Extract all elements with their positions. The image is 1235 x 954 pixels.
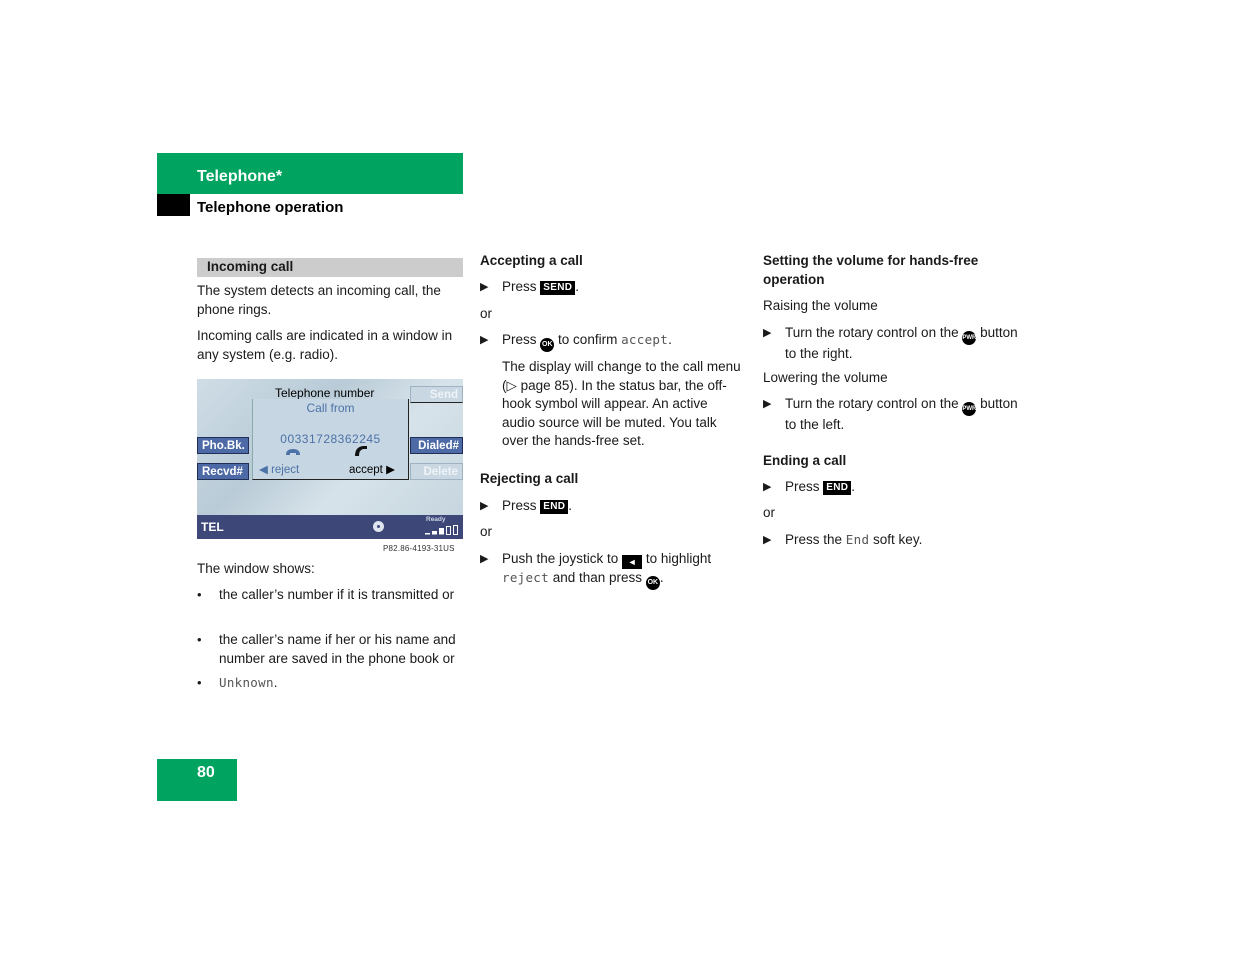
subsection-bar: Incoming call <box>197 258 463 277</box>
list-item: • the caller’s name if her or his name a… <box>197 632 456 666</box>
step-arrow-icon: ▶ <box>480 334 489 346</box>
step-arrow-icon: ▶ <box>763 481 772 493</box>
lower-volume-step: ▶ Turn the rotary control on the PWR but… <box>763 396 1018 432</box>
pwr-button-icon: PWR <box>962 331 977 345</box>
chapter-title: Telephone* <box>197 168 283 185</box>
signal-strength-icon <box>425 525 458 535</box>
reject-step-joystick: ▶ Push the joystick to ◄ to highlight re… <box>480 550 742 590</box>
incoming-call-popup: Call from 00331728362245 ◀ reject accept… <box>252 399 409 480</box>
reject-option: ◀ reject <box>259 462 299 476</box>
joystick-left-icon: ◄ <box>622 555 643 569</box>
end-key-icon: END <box>823 481 852 495</box>
indication-paragraph: Incoming calls are indicated in a window… <box>197 328 453 362</box>
popup-title: Call from <box>306 401 355 415</box>
lowering-label: Lowering the volume <box>763 370 888 385</box>
ok-button-icon: OK <box>645 576 660 590</box>
send-key-icon: SEND <box>540 281 576 295</box>
or-separator: or <box>480 306 493 321</box>
volume-heading: Setting the volume for hands-free operat… <box>763 253 979 287</box>
window-shows-label: The window shows: <box>197 561 315 576</box>
unknown-code: Unknown <box>219 675 274 690</box>
ready-indicator: Ready <box>426 516 446 523</box>
step-arrow-icon: ▶ <box>480 281 489 293</box>
list-item: • the caller’s number if it is transmitt… <box>197 586 465 626</box>
accept-note: The display will change to the call menu… <box>502 359 741 448</box>
reject-label: reject <box>271 464 300 476</box>
figure-code: P82.86-4193-31US <box>383 544 455 553</box>
section-title: Telephone operation <box>197 199 344 216</box>
accepting-heading: Accepting a call <box>480 253 583 268</box>
end-key-icon: END <box>540 500 569 514</box>
or-separator: or <box>480 524 493 539</box>
step-arrow-icon: ▶ <box>763 327 772 339</box>
rejecting-heading: Rejecting a call <box>480 471 579 486</box>
ending-heading: Ending a call <box>763 453 847 468</box>
accept-option: accept ▶ <box>349 462 395 476</box>
bullet-icon: • <box>197 587 202 602</box>
page-number: 80 <box>197 764 215 781</box>
bullet-icon: • <box>197 632 202 647</box>
step-arrow-icon: ▶ <box>480 500 489 512</box>
step-arrow-icon: ▶ <box>763 398 772 410</box>
right-arrow-icon: ▶ <box>386 464 395 476</box>
softkey-delete: Delete <box>410 463 463 480</box>
bullet-icon: • <box>197 675 202 690</box>
softkey-send: Send <box>410 386 463 403</box>
list-item: • Unknown. <box>197 674 465 694</box>
section-marker <box>157 194 190 216</box>
accept-step-ok: ▶ Press OK to confirm accept. <box>480 331 742 352</box>
off-hook-icon <box>355 446 367 456</box>
end-step-softkey: ▶ Press the End soft key. <box>763 531 1033 551</box>
disc-icon <box>373 521 384 532</box>
ok-button-icon: OK <box>540 338 555 352</box>
status-bar: TEL Ready <box>197 515 463 539</box>
reject-step-end: ▶ Press END. <box>480 497 742 517</box>
step-arrow-icon: ▶ <box>480 553 489 565</box>
softkey-dialed: Dialed# <box>410 437 463 454</box>
raising-label: Raising the volume <box>763 298 878 313</box>
screen-title: Telephone number <box>275 386 375 400</box>
intro-paragraph: The system detects an incoming call, the… <box>197 283 441 317</box>
end-step-key: ▶ Press END. <box>763 478 1033 498</box>
softkey-received: Recvd# <box>197 463 249 480</box>
hang-up-icon <box>286 449 300 455</box>
status-label: TEL <box>201 520 224 534</box>
accept-step-send: ▶ Press SEND. <box>480 278 742 298</box>
or-separator: or <box>763 505 776 520</box>
raise-volume-step: ▶ Turn the rotary control on the PWR but… <box>763 325 1018 361</box>
softkey-phone-book: Pho.Bk. <box>197 437 249 454</box>
accept-label: accept <box>349 464 383 476</box>
pwr-button-icon: PWR <box>962 402 977 416</box>
subsection-title: Incoming call <box>207 259 294 274</box>
step-arrow-icon: ▶ <box>763 534 772 546</box>
left-arrow-icon: ◀ <box>259 464 268 476</box>
caller-number: 00331728362245 <box>280 432 381 446</box>
incoming-call-screen-figure: Telephone number Send Pho.Bk. Recvd# Dia… <box>197 379 463 539</box>
